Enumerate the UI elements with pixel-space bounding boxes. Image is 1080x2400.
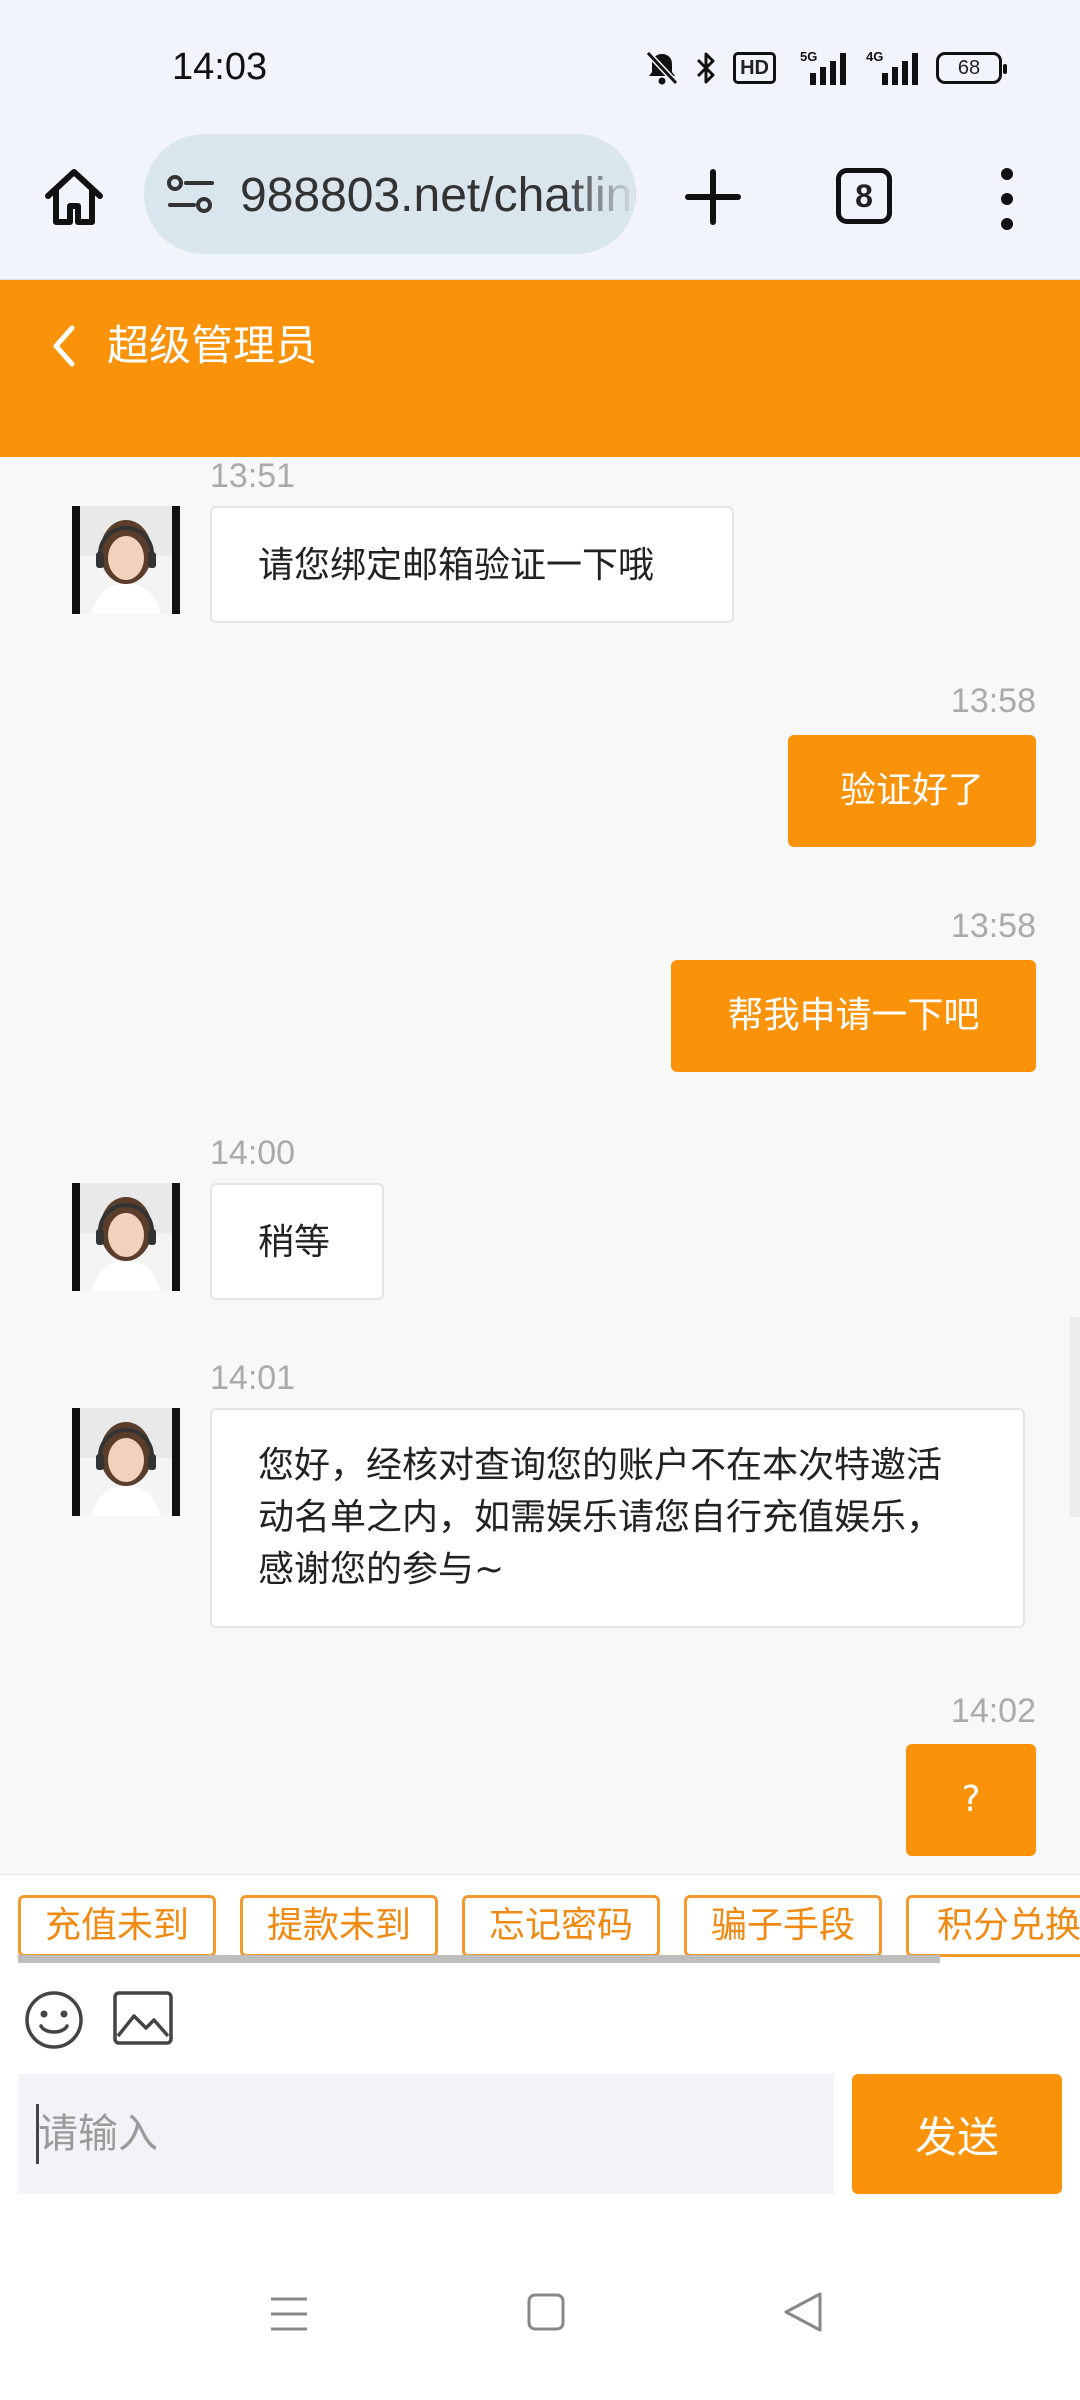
back-triangle-icon[interactable] <box>782 2290 824 2334</box>
message-bubble-incoming: 您好，经核对查询您的账户不在本次特邀活动名单之内，如需娱乐请您自行充值娱乐，感谢… <box>210 1408 1025 1628</box>
emoji-icon[interactable] <box>22 1988 86 2052</box>
status-bar: 14:03 HD 5G 4G 68 <box>0 0 1080 128</box>
text-caret <box>36 2104 39 2164</box>
status-time: 14:03 <box>172 46 268 88</box>
bell-off-icon <box>645 50 679 86</box>
plus-icon[interactable] <box>680 164 746 230</box>
message-timestamp: 13:58 <box>950 682 1036 720</box>
message-input[interactable] <box>18 2074 834 2194</box>
quick-reply-scrollbar[interactable] <box>18 1955 940 1963</box>
hd-icon: HD <box>733 52 776 84</box>
message-timestamp: 14:02 <box>950 1692 1036 1730</box>
status-icons: HD 5G 4G 68 <box>645 48 1007 88</box>
quick-reply-chip[interactable]: 充值未到 <box>18 1895 216 1957</box>
quick-reply-chip[interactable]: 忘记密码 <box>462 1895 660 1957</box>
image-icon[interactable] <box>112 1990 174 2046</box>
avatar[interactable] <box>72 506 180 614</box>
more-vert-icon[interactable] <box>990 164 1024 234</box>
home-square-icon[interactable] <box>526 2292 566 2332</box>
message-bubble-outgoing: 验证好了 <box>788 735 1036 847</box>
send-button[interactable]: 发送 <box>852 2074 1062 2194</box>
message-timestamp: 13:58 <box>950 907 1036 945</box>
url-fade <box>566 134 636 254</box>
tabs-icon[interactable]: 8 <box>836 168 892 224</box>
messages-scrollbar[interactable] <box>1070 1317 1080 1517</box>
bluetooth-icon <box>695 50 717 86</box>
system-nav-bar <box>0 2208 1080 2400</box>
chat-header: 超级管理员 <box>0 280 1080 457</box>
signal-4g-icon: 4G <box>864 49 920 87</box>
quick-reply-chip[interactable]: 提款未到 <box>240 1895 438 1957</box>
quick-reply-bar: 充值未到 提款未到 忘记密码 骗子手段 积分兑换 <box>0 1874 1080 1974</box>
message-bubble-outgoing: 帮我申请一下吧 <box>671 960 1036 1072</box>
menu-icon[interactable] <box>268 2294 310 2334</box>
message-timestamp: 14:00 <box>210 1134 296 1172</box>
message-timestamp: 14:01 <box>210 1359 296 1397</box>
home-icon[interactable] <box>40 164 108 232</box>
chevron-left-icon[interactable] <box>44 316 84 376</box>
message-bubble-outgoing: ? <box>906 1744 1036 1856</box>
quick-reply-chip[interactable]: 骗子手段 <box>684 1895 882 1957</box>
browser-toolbar: 988803.net/chatlink 8 <box>0 128 1080 280</box>
message-bubble-incoming: 请您绑定邮箱验证一下哦 <box>210 506 734 623</box>
page-title: 超级管理员 <box>107 321 318 370</box>
net1-label: 5G <box>800 49 817 64</box>
compose-row: 发送 <box>0 2074 1080 2208</box>
battery-icon: 68 <box>936 52 1007 84</box>
input-toolbar <box>0 1974 1080 2074</box>
message-bubble-incoming: 稍等 <box>210 1183 384 1300</box>
message-list[interactable]: 13:51 请您绑定邮箱验证一下哦 13:58 验证好了 13:58 帮我申请一… <box>0 457 1080 1874</box>
message-timestamp: 13:51 <box>210 457 296 495</box>
signal-5g-icon: 5G <box>792 49 848 87</box>
avatar[interactable] <box>72 1183 180 1291</box>
url-bar[interactable]: 988803.net/chatlink <box>144 134 636 254</box>
site-settings-icon[interactable] <box>166 174 216 214</box>
quick-reply-chip[interactable]: 积分兑换 <box>906 1895 1080 1957</box>
avatar[interactable] <box>72 1408 180 1516</box>
net2-label: 4G <box>866 49 883 64</box>
